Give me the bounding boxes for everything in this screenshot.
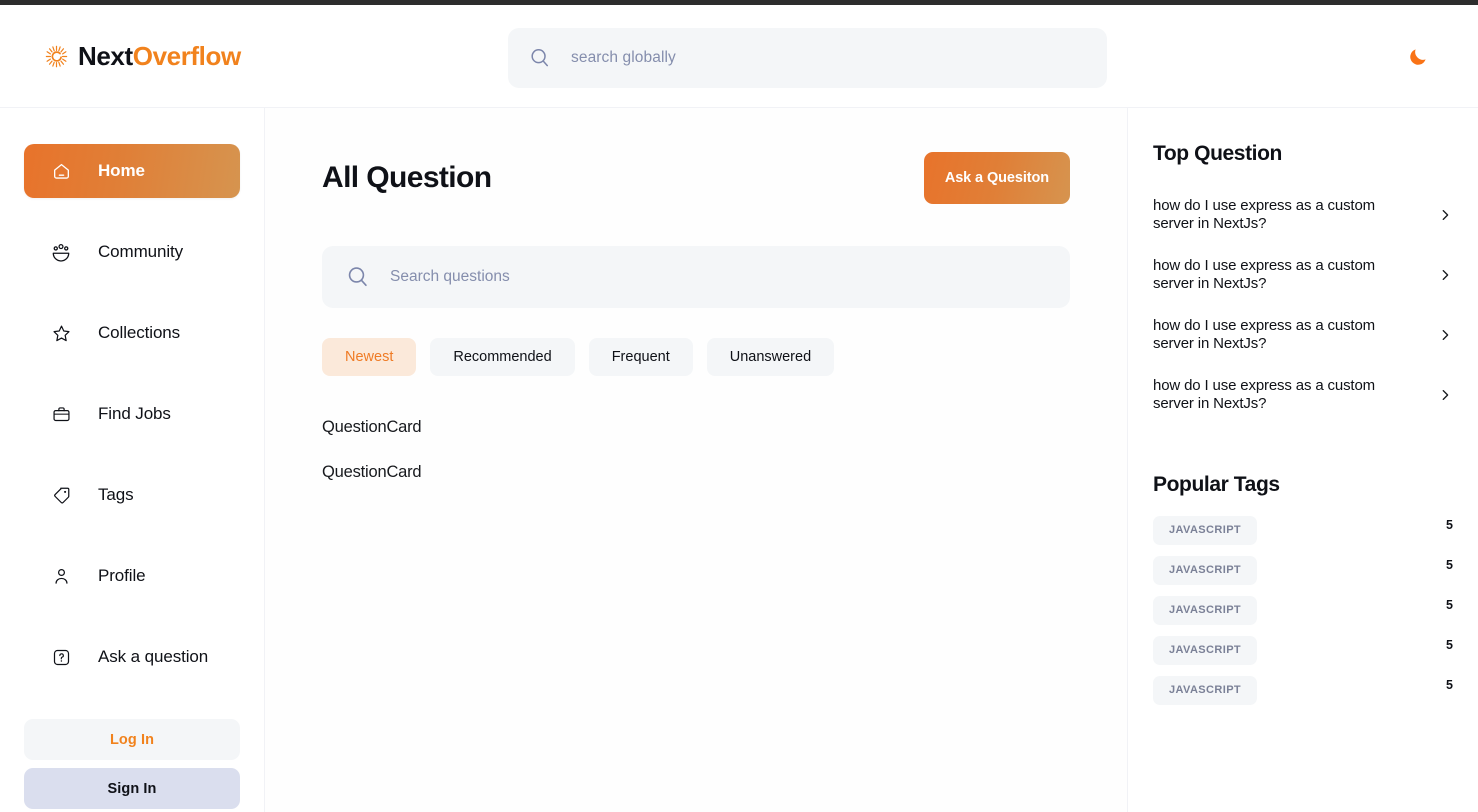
tag-count: 5 (1446, 677, 1453, 692)
chevron-right-icon (1437, 267, 1453, 283)
log-in-button[interactable]: Log In (24, 719, 240, 760)
sign-in-button[interactable]: Sign In (24, 768, 240, 809)
filter-tab-unanswered[interactable]: Unanswered (706, 338, 835, 376)
top-question-text: how do I use express as a custom server … (1153, 317, 1375, 352)
top-question-item[interactable]: how do I use express as a custom server … (1153, 245, 1453, 305)
sidebar-item-find-jobs[interactable]: Find Jobs (24, 387, 240, 441)
sidebar-item-label: Community (98, 242, 184, 261)
filter-tab-frequent[interactable]: Frequent (588, 338, 693, 376)
question-mark-icon (50, 646, 72, 668)
filter-tab-recommended[interactable]: Recommended (430, 338, 575, 376)
app-root: NextOverflow search globally Home Commun… (0, 0, 1478, 812)
top-question-item[interactable]: how do I use express as a custom server … (1153, 365, 1453, 425)
popular-tags-list: JAVASCRIPT 5 JAVASCRIPT 5 JAVASCRIPT 5 J… (1153, 516, 1453, 705)
tag-pill[interactable]: JAVASCRIPT (1153, 636, 1258, 665)
auth-buttons: Log In Sign In (24, 719, 240, 809)
tag-pill[interactable]: JAVASCRIPT (1153, 596, 1258, 625)
sidebar-item-home[interactable]: Home (24, 144, 240, 198)
tag-row[interactable]: JAVASCRIPT 5 (1153, 676, 1453, 705)
moon-icon (1410, 49, 1426, 65)
sidebar-item-label: Home (98, 161, 145, 180)
question-card[interactable]: QuestionCard (322, 463, 1070, 482)
right-sidebar: Top Question how do I use express as a c… (1128, 108, 1478, 812)
popular-tags-title: Popular Tags (1153, 473, 1280, 496)
top-question-item[interactable]: how do I use express as a custom server … (1153, 185, 1453, 245)
tag-count: 5 (1446, 557, 1453, 572)
global-search-input[interactable]: search globally (508, 28, 1107, 88)
tag-count: 5 (1446, 637, 1453, 652)
tag-row[interactable]: JAVASCRIPT 5 (1153, 636, 1453, 665)
sidebar-item-tags[interactable]: Tags (24, 468, 240, 522)
sidebar-item-label: Collections (98, 323, 181, 342)
tag-pill[interactable]: JAVASCRIPT (1153, 516, 1258, 545)
theme-toggle-button[interactable] (1404, 43, 1432, 71)
top-navbar: NextOverflow search globally (0, 5, 1478, 108)
chevron-right-icon (1437, 207, 1453, 223)
question-search-input[interactable]: Search questions (322, 246, 1070, 308)
brand-logo-link[interactable]: NextOverflow (44, 43, 241, 69)
main-content: All Question Ask a Quesiton Search quest… (265, 108, 1128, 812)
global-search-placeholder: search globally (571, 49, 676, 66)
top-questions-list: how do I use express as a custom server … (1153, 185, 1453, 425)
question-list: QuestionCard QuestionCard (322, 418, 1070, 482)
tag-count: 5 (1446, 517, 1453, 532)
filter-tab-newest[interactable]: Newest (322, 338, 417, 376)
sidebar-item-ask-a-question[interactable]: Ask a question (24, 630, 240, 684)
tag-pill[interactable]: JAVASCRIPT (1153, 676, 1258, 705)
sidebar-item-collections[interactable]: Collections (24, 306, 240, 360)
brand-name-primary: Next (78, 41, 133, 71)
question-search-placeholder: Search questions (390, 268, 510, 285)
page-title: All Question (322, 161, 492, 194)
briefcase-icon (50, 403, 72, 425)
sidebar-item-label: Profile (98, 566, 146, 585)
chevron-right-icon (1437, 387, 1453, 403)
ask-a-question-button[interactable]: Ask a Quesiton (923, 152, 1070, 204)
tag-count: 5 (1446, 597, 1453, 612)
brand-name-accent: Overflow (132, 41, 241, 71)
sidebar-item-label: Tags (98, 485, 134, 504)
top-question-item[interactable]: how do I use express as a custom server … (1153, 305, 1453, 365)
sidebar-item-profile[interactable]: Profile (24, 549, 240, 603)
search-icon (348, 267, 367, 287)
tag-row[interactable]: JAVASCRIPT 5 (1153, 556, 1453, 585)
top-questions-title: Top Question (1153, 142, 1282, 165)
left-sidebar: Home Community Collections Find Jobs Tag… (0, 108, 265, 812)
search-icon (531, 49, 549, 67)
top-question-text: how do I use express as a custom server … (1153, 197, 1375, 232)
sidebar-item-community[interactable]: Community (24, 225, 240, 279)
top-question-text: how do I use express as a custom server … (1153, 377, 1375, 412)
home-icon (50, 160, 72, 182)
tag-row[interactable]: JAVASCRIPT 5 (1153, 596, 1453, 625)
main-header: All Question Ask a Quesiton (322, 152, 1070, 204)
page-body: Home Community Collections Find Jobs Tag… (0, 108, 1478, 812)
sun-burst-icon (45, 45, 68, 67)
top-question-text: how do I use express as a custom server … (1153, 257, 1375, 292)
question-card[interactable]: QuestionCard (322, 418, 1070, 437)
person-icon (50, 565, 72, 587)
star-icon (50, 322, 72, 344)
chevron-right-icon (1437, 327, 1453, 343)
sidebar-item-label: Find Jobs (98, 404, 171, 423)
tag-pill[interactable]: JAVASCRIPT (1153, 556, 1258, 585)
tag-row[interactable]: JAVASCRIPT 5 (1153, 516, 1453, 545)
filter-tabs: Newest Recommended Frequent Unanswered (322, 338, 1070, 376)
tag-icon (50, 484, 72, 506)
sidebar-item-label: Ask a question (98, 647, 209, 666)
people-icon (50, 241, 72, 263)
